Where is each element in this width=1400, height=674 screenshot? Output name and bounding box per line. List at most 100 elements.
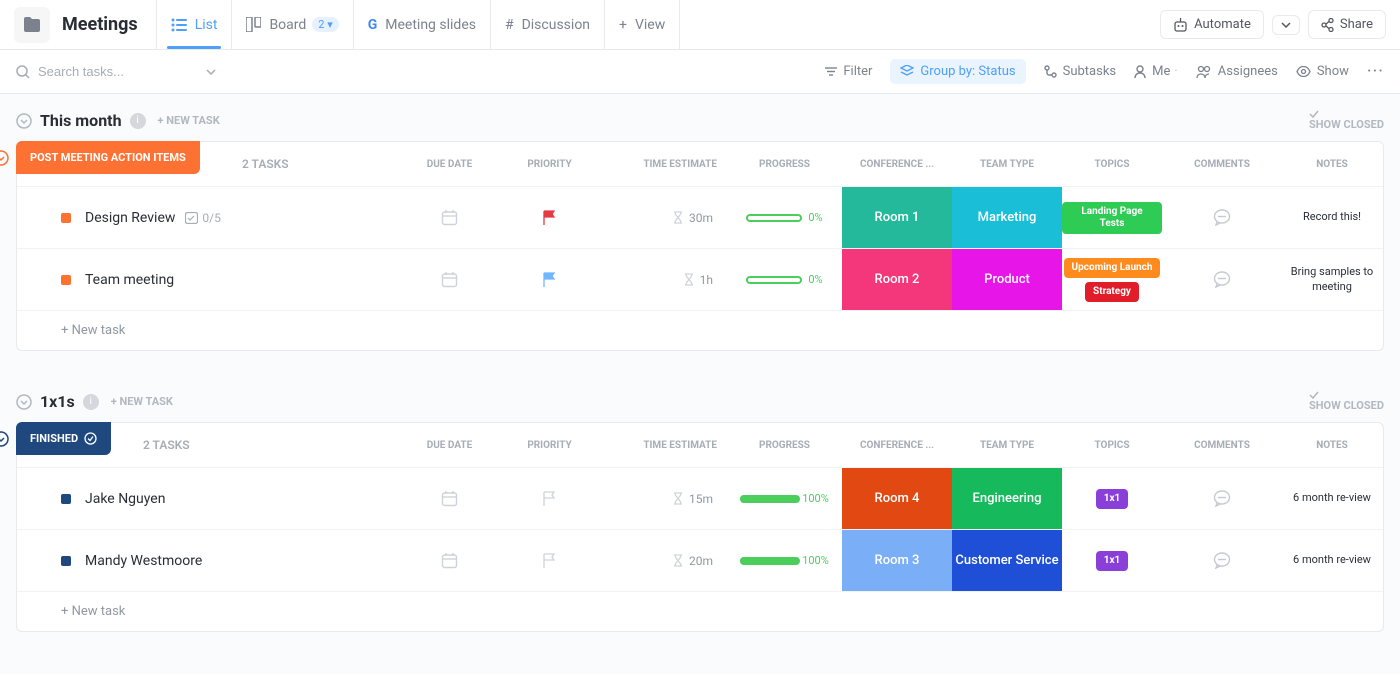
team-cell[interactable]: Customer Service — [952, 530, 1062, 591]
topic-tag[interactable]: Upcoming Launch — [1064, 258, 1161, 278]
show-button[interactable]: Show — [1296, 64, 1349, 79]
subtasks-button[interactable]: Subtasks — [1044, 64, 1117, 79]
status-square-icon[interactable] — [61, 494, 71, 504]
conference-cell[interactable]: Room 2 — [842, 249, 952, 310]
group-by-button[interactable]: Group by: Status — [890, 59, 1025, 84]
col-priority[interactable]: PRIORITY — [502, 440, 597, 451]
info-icon[interactable]: i — [130, 113, 146, 129]
section-title[interactable]: 1x1s — [40, 392, 75, 411]
notes-cell[interactable]: Bring samples to meeting — [1282, 249, 1382, 310]
group-collapse-icon[interactable] — [0, 431, 9, 447]
conference-cell[interactable]: Room 1 — [842, 187, 952, 248]
col-notes[interactable]: NOTES — [1282, 159, 1382, 170]
add-task-row[interactable]: + New task — [17, 310, 1383, 350]
notes-cell[interactable]: Record this! — [1282, 187, 1382, 248]
show-closed-link[interactable]: SHOW CLOSED — [1309, 110, 1384, 131]
status-square-icon[interactable] — [61, 275, 71, 285]
topics-cell[interactable]: 1x1 — [1062, 468, 1162, 529]
board-dropdown[interactable]: 2 ▾ — [312, 17, 338, 32]
task-row[interactable]: Mandy Westmoore 20m100%Room 3Customer Ser… — [17, 529, 1383, 591]
share-button[interactable]: Share — [1308, 10, 1386, 39]
priority-flag-icon[interactable] — [502, 249, 597, 310]
task-row[interactable]: Design Review0/530m0%Room 1MarketingLand… — [17, 186, 1383, 248]
progress-cell[interactable]: 100% — [727, 530, 842, 591]
topics-cell[interactable]: 1x1 — [1062, 530, 1162, 591]
col-due[interactable]: DUE DATE — [397, 440, 502, 451]
col-progress[interactable]: PROGRESS — [727, 440, 842, 451]
status-square-icon[interactable] — [61, 213, 71, 223]
new-task-link[interactable]: + NEW TASK — [158, 114, 220, 127]
task-name[interactable]: Design Review — [85, 210, 175, 226]
automate-dropdown[interactable] — [1272, 15, 1300, 35]
group-collapse-icon[interactable] — [0, 150, 9, 166]
col-progress[interactable]: PROGRESS — [727, 159, 842, 170]
col-priority[interactable]: PRIORITY — [502, 159, 597, 170]
due-date-cell[interactable] — [397, 530, 502, 591]
col-conference[interactable]: CONFERENCE ... — [842, 440, 952, 451]
col-team[interactable]: TEAM TYPE — [952, 440, 1062, 451]
collapse-icon[interactable] — [16, 394, 32, 410]
priority-flag-icon[interactable] — [502, 530, 597, 591]
col-due[interactable]: DUE DATE — [397, 159, 502, 170]
due-date-cell[interactable] — [397, 468, 502, 529]
page-title[interactable]: Meetings — [62, 14, 138, 35]
topics-cell[interactable]: Landing Page Tests — [1062, 187, 1162, 248]
col-comments[interactable]: COMMENTS — [1162, 440, 1282, 451]
subtask-indicator[interactable]: 0/5 — [185, 211, 220, 225]
view-tab-list[interactable]: List — [156, 0, 233, 49]
status-chip[interactable]: FINISHED — [16, 422, 111, 455]
priority-flag-icon[interactable] — [502, 468, 597, 529]
task-name[interactable]: Jake Nguyen — [85, 491, 165, 507]
col-time[interactable]: TIME ESTIMATE — [597, 440, 727, 451]
team-cell[interactable]: Product — [952, 249, 1062, 310]
topics-cell[interactable]: Upcoming Launch Strategy — [1062, 249, 1162, 310]
conference-cell[interactable]: Room 3 — [842, 530, 952, 591]
col-topics[interactable]: TOPICS — [1062, 440, 1162, 451]
col-topics[interactable]: TOPICS — [1062, 159, 1162, 170]
comments-cell[interactable] — [1162, 187, 1282, 248]
topic-tag[interactable]: Strategy — [1085, 282, 1139, 302]
info-icon[interactable]: i — [83, 394, 99, 410]
time-estimate-cell[interactable]: 1h — [597, 249, 727, 310]
collapse-icon[interactable] — [16, 113, 32, 129]
task-name[interactable]: Team meeting — [85, 272, 174, 288]
notes-cell[interactable]: 6 month re-view — [1282, 468, 1382, 529]
notes-cell[interactable]: 6 month re-view — [1282, 530, 1382, 591]
search-input[interactable] — [38, 64, 178, 79]
progress-cell[interactable]: 0% — [727, 249, 842, 310]
col-conference[interactable]: CONFERENCE ... — [842, 159, 952, 170]
col-time[interactable]: TIME ESTIMATE — [597, 159, 727, 170]
comments-cell[interactable] — [1162, 468, 1282, 529]
task-row[interactable]: Jake Nguyen 15m100%Room 4Engineering 1x1 6 … — [17, 467, 1383, 529]
col-team[interactable]: TEAM TYPE — [952, 159, 1062, 170]
new-task-link[interactable]: + NEW TASK — [111, 395, 173, 408]
view-tab-board[interactable]: Board 2 ▾ — [232, 0, 353, 49]
status-chip[interactable]: POST MEETING ACTION ITEMS — [16, 141, 200, 174]
priority-flag-icon[interactable] — [502, 187, 597, 248]
team-cell[interactable]: Engineering — [952, 468, 1062, 529]
task-name[interactable]: Mandy Westmoore — [85, 553, 202, 569]
view-tab-discussion[interactable]: # Discussion — [491, 0, 605, 49]
comments-cell[interactable] — [1162, 249, 1282, 310]
task-row[interactable]: Team meeting 1h0%Room 2ProductUpcoming La… — [17, 248, 1383, 310]
topic-tag[interactable]: 1x1 — [1096, 551, 1129, 571]
assignees-button[interactable]: Assignees — [1196, 64, 1278, 79]
filter-button[interactable]: Filter — [825, 64, 872, 79]
progress-cell[interactable]: 0% — [727, 187, 842, 248]
col-notes[interactable]: NOTES — [1282, 440, 1382, 451]
topic-tag[interactable]: 1x1 — [1096, 489, 1129, 509]
conference-cell[interactable]: Room 4 — [842, 468, 952, 529]
view-tab-slides[interactable]: G Meeting slides — [354, 0, 491, 49]
time-estimate-cell[interactable]: 15m — [597, 468, 727, 529]
due-date-cell[interactable] — [397, 187, 502, 248]
me-button[interactable]: Me · — [1134, 64, 1178, 79]
view-tab-add[interactable]: + View — [605, 0, 680, 49]
time-estimate-cell[interactable]: 20m — [597, 530, 727, 591]
section-title[interactable]: This month — [40, 111, 122, 130]
time-estimate-cell[interactable]: 30m — [597, 187, 727, 248]
status-square-icon[interactable] — [61, 556, 71, 566]
chevron-down-icon[interactable] — [206, 69, 216, 75]
automate-button[interactable]: Automate — [1160, 10, 1264, 39]
show-closed-link[interactable]: SHOW CLOSED — [1309, 391, 1384, 412]
progress-cell[interactable]: 100% — [727, 468, 842, 529]
